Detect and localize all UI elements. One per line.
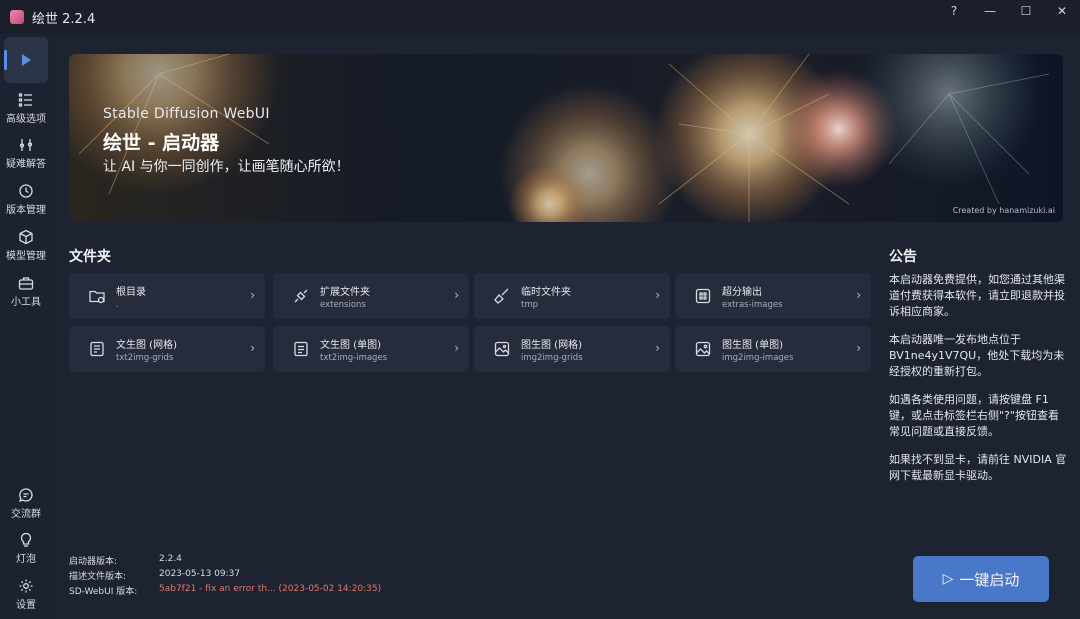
folder-card-tmp[interactable]: 临时文件夹 tmp › — [474, 273, 670, 319]
folder-path: txt2img-images — [320, 352, 388, 363]
nav-model-management[interactable]: 模型管理 — [0, 229, 52, 262]
image-icon — [694, 340, 712, 358]
minimize-button[interactable]: — — [972, 0, 1008, 22]
folder-name: 临时文件夹 — [521, 286, 571, 298]
image-grid-icon — [493, 340, 511, 358]
folder-path: tmp — [521, 299, 539, 310]
banner-credit: Created by hanamizuki.ai — [952, 206, 1055, 215]
wrench-icon — [19, 139, 33, 151]
folder-name: 文生图 (单图) — [320, 339, 381, 351]
bulb-icon — [20, 532, 32, 547]
nav-version-management[interactable]: 版本管理 — [0, 183, 52, 216]
app-title: 绘世 2.2.4 — [32, 11, 96, 27]
main-content: Stable Diffusion WebUI 绘世 - 启动器 让 AI 与你一… — [52, 34, 1080, 619]
nav-settings[interactable]: 设置 — [0, 578, 52, 611]
nav-label: 模型管理 — [6, 251, 46, 262]
nav-label: 版本管理 — [6, 205, 46, 216]
play-outline-icon: ▷ — [942, 571, 954, 587]
folder-name: 图生图 (单图) — [722, 339, 783, 351]
title-bar: 绘世 2.2.4 ? — ☐ ✕ — [0, 0, 1080, 34]
folder-path: img2img-grids — [521, 352, 583, 363]
notice-paragraph: 本启动器免费提供，如您通过其他渠道付费获得本软件，请立即退款并投诉相应商家。 — [889, 273, 1065, 318]
folders-title: 文件夹 — [69, 249, 111, 265]
active-indicator — [4, 50, 7, 70]
notice-paragraph: 如果找不到显卡，请前往 NVIDIA 官网下载最新显卡驱动。 — [889, 453, 1067, 482]
chat-icon — [18, 488, 33, 503]
folder-card-root[interactable]: 根目录. › — [69, 273, 265, 319]
folder-path: txt2img-grids — [116, 352, 174, 363]
grid-icon — [694, 287, 712, 305]
desc-version-label: 描述文件版本: — [69, 572, 127, 582]
folder-path: extras-images — [722, 299, 783, 310]
folder-path: img2img-images — [722, 352, 794, 363]
folder-name: 超分输出 — [722, 286, 762, 298]
folder-card-img2img-images[interactable]: 图生图 (单图) img2img-images › — [675, 326, 871, 372]
launcher-version-value: 2.2.4 — [159, 554, 182, 564]
launch-button-label: 一键启动 — [959, 570, 1020, 589]
cube-icon — [19, 229, 33, 245]
chevron-right-icon: › — [250, 341, 255, 355]
nav-tools[interactable]: 小工具 — [0, 275, 52, 308]
banner-title: 绘世 - 启动器 — [103, 132, 220, 154]
folder-card-img2img-grids[interactable]: 图生图 (网格) img2img-grids › — [474, 326, 670, 372]
chevron-right-icon: › — [250, 288, 255, 302]
version-info: 启动器版本: 2.2.4 描述文件版本: 2023-05-13 09:37 SD-W… — [69, 554, 381, 599]
nav-label: 高级选项 — [6, 114, 46, 125]
notice-paragraph: 如遇各类使用问题，请按键盘 F1 键，或点击标签栏右侧"?"按钮查看常见问题或直… — [889, 393, 1059, 438]
notice-title: 公告 — [889, 249, 917, 265]
folder-path: extensions — [320, 299, 366, 310]
notice-body: 本启动器免费提供，如您通过其他渠道付费获得本软件，请立即退款并投诉相应商家。 本… — [889, 272, 1067, 496]
toolbox-icon — [18, 277, 34, 290]
banner-tagline: 让 AI 与你一同创作，让画笔随心所欲！ — [103, 159, 350, 175]
chevron-right-icon: › — [655, 341, 660, 355]
launch-button[interactable]: ▷ 一键启动 — [913, 556, 1049, 602]
nav-community[interactable]: 交流群 — [0, 487, 52, 520]
nav-troubleshooting[interactable]: 疑难解答 — [0, 137, 52, 170]
nav-label: 交流群 — [11, 509, 41, 520]
nav-light[interactable]: 灯泡 — [0, 532, 52, 565]
app-logo-icon — [10, 10, 24, 24]
nav-advanced-options[interactable]: 高级选项 — [0, 92, 52, 125]
gear-icon — [19, 579, 33, 593]
folder-path: . — [116, 299, 119, 310]
chevron-right-icon: › — [856, 341, 861, 355]
banner: Stable Diffusion WebUI 绘世 - 启动器 让 AI 与你一… — [69, 54, 1063, 222]
notice-paragraph: 本启动器唯一发布地点位于 BV1ne4y1V7QU，他处下载均为未经授权的重新打… — [889, 333, 1065, 378]
play-icon — [22, 54, 31, 66]
chevron-right-icon: › — [454, 288, 459, 302]
folder-card-extras[interactable]: 超分输出 extras-images › — [675, 273, 871, 319]
close-button[interactable]: ✕ — [1044, 0, 1080, 22]
maximize-button[interactable]: ☐ — [1008, 0, 1044, 22]
banner-subtitle: Stable Diffusion WebUI — [103, 106, 270, 122]
history-icon — [19, 184, 33, 198]
folder-card-txt2img-images[interactable]: 文生图 (单图) txt2img-images › — [273, 326, 469, 372]
folder-name: 文生图 (网格) — [116, 339, 177, 351]
folder-name: 根目录 — [116, 286, 146, 298]
nav-label: 设置 — [16, 600, 36, 611]
nav-label: 疑难解答 — [6, 159, 46, 170]
chevron-right-icon: › — [856, 288, 861, 302]
chevron-right-icon: › — [655, 288, 660, 302]
broom-icon — [493, 287, 511, 305]
document-grid-icon — [88, 340, 106, 358]
window-controls: ? — ☐ ✕ — [936, 0, 1080, 34]
folder-card-txt2img-grids[interactable]: 文生图 (网格) txt2img-grids › — [69, 326, 265, 372]
folder-name: 扩展文件夹 — [320, 286, 370, 298]
plug-icon — [292, 287, 310, 305]
folder-name: 图生图 (网格) — [521, 339, 582, 351]
nav-label: 灯泡 — [16, 554, 36, 565]
nav-launch[interactable] — [4, 37, 48, 83]
folder-icon — [88, 287, 106, 305]
folder-card-extensions[interactable]: 扩展文件夹 extensions › — [273, 273, 469, 319]
desc-version-value: 2023-05-13 09:37 — [159, 569, 241, 579]
webui-version-value[interactable]: 5ab7f21 - fix an error th... (2023-05-02… — [159, 584, 381, 599]
sidebar: 高级选项 疑难解答 版本管理 模型管理 小工具 交流群 灯泡 设置 — [0, 34, 52, 619]
webui-version-label: SD-WebUI 版本: — [69, 587, 138, 597]
chevron-right-icon: › — [454, 341, 459, 355]
launcher-version-label: 启动器版本: — [69, 557, 118, 567]
list-icon — [18, 93, 32, 107]
nav-label: 小工具 — [11, 297, 41, 308]
document-icon — [292, 340, 310, 358]
help-button[interactable]: ? — [936, 0, 972, 22]
